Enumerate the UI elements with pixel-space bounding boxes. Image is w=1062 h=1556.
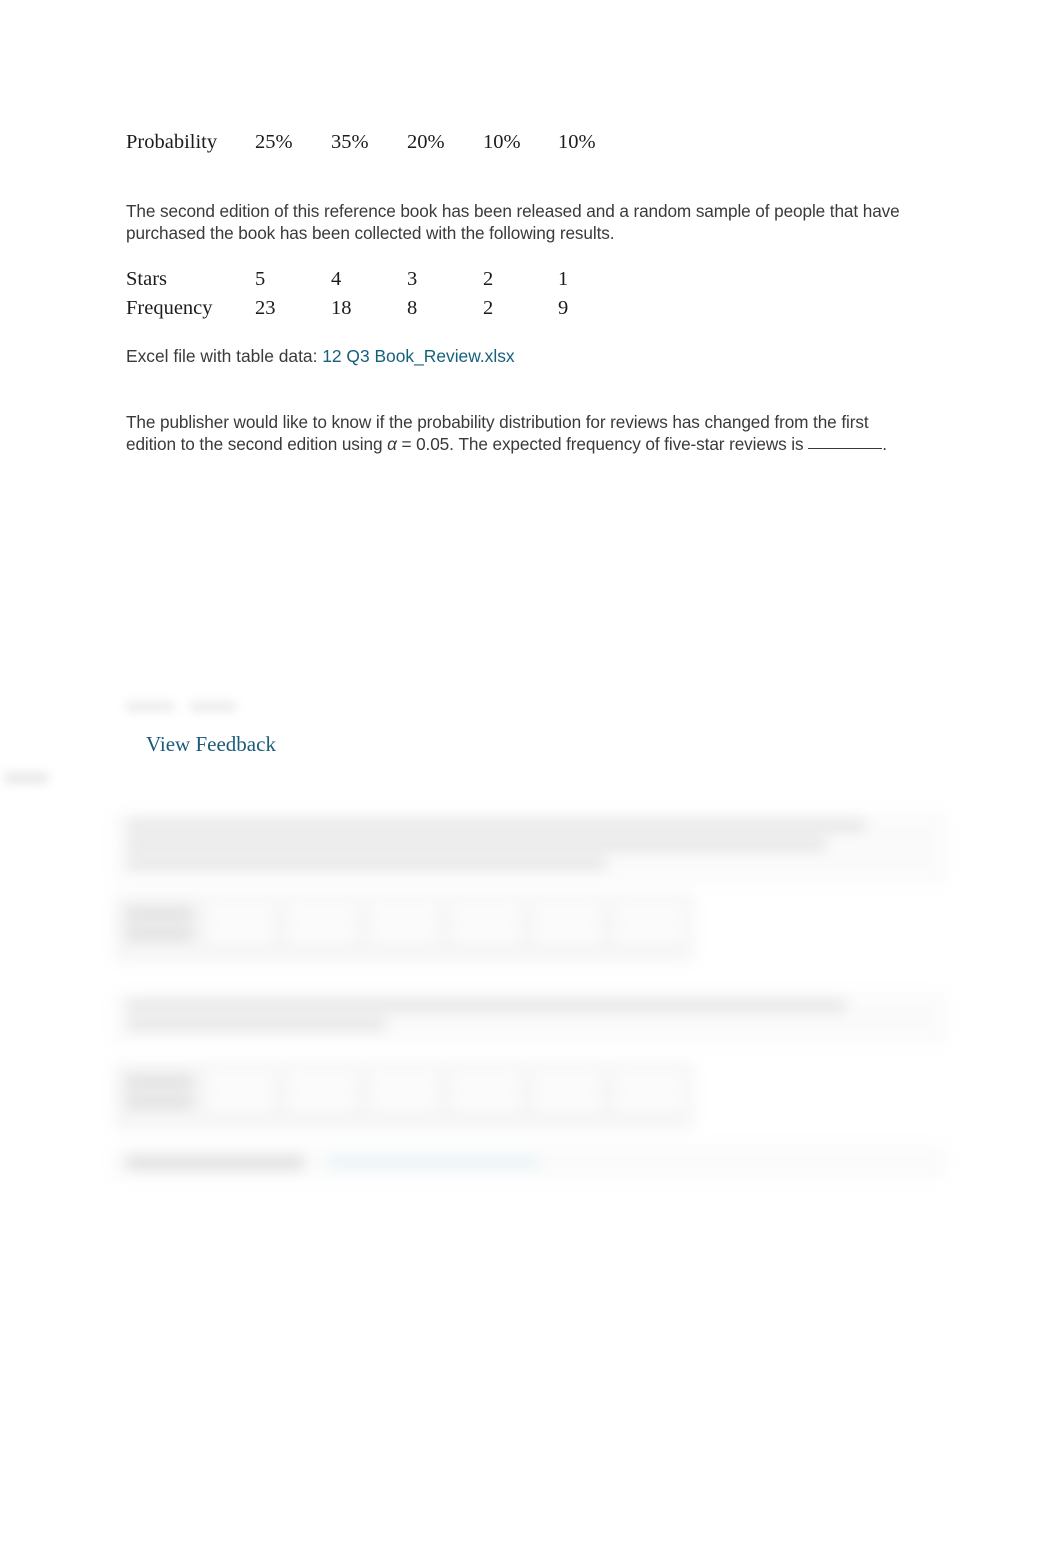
frequency-cell-3: 8: [407, 297, 418, 319]
obscured-table-col: [123, 900, 195, 956]
obscured-table-col: [368, 900, 440, 956]
obscured-cell: [451, 907, 520, 920]
probability-cell-4star: 35%: [331, 131, 369, 153]
obscured-cell: [451, 1075, 520, 1088]
stars-cell-4: 2: [483, 268, 494, 290]
obscured-table-col: [205, 900, 277, 956]
obscured-cell: [370, 927, 438, 940]
obscured-cell: [288, 907, 357, 920]
obscured-table-col: [286, 900, 358, 956]
obscured-cell: [125, 1095, 193, 1108]
obscured-cell: [206, 1075, 275, 1088]
probability-row-label: Probability: [126, 131, 218, 153]
intro-paragraph: The second edition of this reference boo…: [126, 201, 900, 243]
obscured-cell: [125, 927, 193, 940]
obscured-cell: [615, 1095, 684, 1108]
probability-cell-5star: 25%: [255, 131, 293, 153]
obscured-table-col: [205, 1068, 277, 1124]
obscured-label-b: [190, 702, 237, 711]
obscured-cell: [533, 927, 602, 940]
obscured-line: [126, 1000, 846, 1011]
obscured-cell: [370, 907, 438, 920]
question-paragraph: The publisher would like to know if the …: [126, 412, 916, 455]
question-text-part2: = 0.05. The expected frequency of five-s…: [396, 433, 809, 454]
obscured-cell: [533, 907, 602, 920]
obscured-table-col: [613, 1068, 685, 1124]
obscured-left-marker: [4, 772, 48, 786]
obscured-cell: [125, 907, 193, 920]
obscured-cell: [206, 1095, 275, 1108]
obscured-line: [126, 1019, 386, 1030]
obscured-cell: [288, 1095, 357, 1108]
frequency-cell-4: 2: [483, 297, 494, 319]
obscured-cell: [615, 907, 684, 920]
obscured-cell: [370, 1095, 438, 1108]
obscured-cell: [288, 1075, 357, 1088]
answer-blank[interactable]: [808, 447, 883, 449]
obscured-table-col: [613, 900, 685, 956]
view-feedback-link[interactable]: View Feedback: [146, 732, 276, 757]
obscured-paragraph-1: [112, 812, 947, 884]
obscured-table-col: [450, 900, 522, 956]
obscured-cell: [615, 1075, 684, 1088]
obscured-table-col: [286, 1068, 358, 1124]
obscured-line: [126, 858, 606, 869]
question-text-part3: .: [882, 433, 887, 454]
frequency-cell-1: 23: [255, 297, 276, 319]
obscured-table-1: [114, 894, 694, 962]
obscured-table-2: [114, 1062, 694, 1130]
stars-row-label: Stars: [126, 268, 167, 290]
frequency-cell-2: 18: [331, 297, 352, 319]
excel-file-link[interactable]: 12 Q3 Book_Review.xlsx: [322, 346, 514, 366]
obscured-cell: [206, 927, 275, 940]
obscured-table-col: [532, 1068, 604, 1124]
frequency-cell-5: 9: [558, 297, 569, 319]
stars-cell-2: 4: [331, 268, 342, 290]
obscured-excel-link: [328, 1155, 540, 1169]
obscured-excel-prefix: [126, 1155, 304, 1169]
obscured-paragraph-2: [112, 992, 947, 1044]
obscured-answer-region: [126, 698, 241, 714]
obscured-cell: [533, 1075, 602, 1088]
frequency-row-label: Frequency: [126, 297, 213, 319]
stars-cell-1: 5: [255, 268, 266, 290]
obscured-label-a: [126, 702, 174, 711]
obscured-cell: [125, 1075, 193, 1088]
obscured-cell: [288, 927, 357, 940]
probability-cell-3star: 20%: [407, 131, 445, 153]
obscured-table-col: [123, 1068, 195, 1124]
obscured-table-col: [532, 900, 604, 956]
obscured-cell: [615, 927, 684, 940]
obscured-table-col: [450, 1068, 522, 1124]
obscured-excel-line: [112, 1145, 947, 1179]
document-page: Probability 25% 35% 20% 10% 10% The seco…: [0, 0, 1062, 1556]
obscured-line: [126, 839, 826, 850]
excel-file-prefix: Excel file with table data:: [126, 346, 318, 366]
obscured-cell: [370, 1075, 438, 1088]
probability-cell-2star: 10%: [483, 131, 521, 153]
probability-cell-1star: 10%: [558, 131, 596, 153]
obscured-line: [126, 820, 866, 831]
obscured-cell: [533, 1095, 602, 1108]
obscured-cell: [451, 1095, 520, 1108]
obscured-left-marker-bar: [4, 772, 48, 784]
obscured-cell: [206, 907, 275, 920]
stars-cell-3: 3: [407, 268, 418, 290]
stars-cell-5: 1: [558, 268, 569, 290]
obscured-cell: [451, 927, 520, 940]
excel-file-line: Excel file with table data: 12 Q3 Book_R…: [126, 346, 515, 367]
alpha-symbol: α: [387, 433, 397, 454]
obscured-table-col: [368, 1068, 440, 1124]
